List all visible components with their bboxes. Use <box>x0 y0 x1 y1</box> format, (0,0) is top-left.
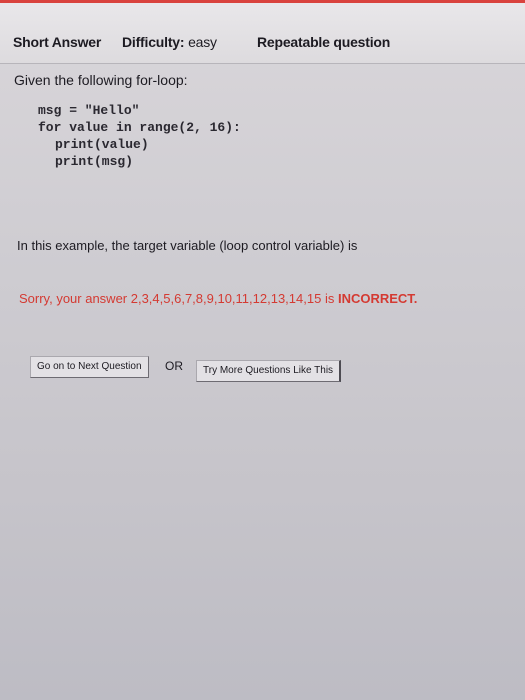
next-question-button[interactable]: Go on to Next Question <box>30 356 149 378</box>
question-header: Short Answer Difficulty: easy Repeatable… <box>0 3 525 64</box>
feedback-message: Sorry, your answer 2,3,4,5,6,7,8,9,10,11… <box>19 291 335 306</box>
more-questions-button[interactable]: Try More Questions Like This <box>196 360 342 382</box>
question-intro: Given the following for-loop: <box>14 72 188 88</box>
code-line: for value in range(2, 16): <box>38 120 241 135</box>
question-type-label: Short Answer <box>13 34 102 50</box>
repeatable-label: Repeatable question <box>257 34 391 50</box>
code-line: print(msg) <box>55 154 134 169</box>
code-line: msg = "Hello" <box>38 103 140 118</box>
incorrect-status: INCORRECT. <box>337 291 418 306</box>
code-line: print(value) <box>55 137 149 152</box>
or-separator: OR <box>165 359 183 373</box>
question-prompt: In this example, the target variable (lo… <box>17 238 358 253</box>
difficulty-label: Difficulty: easy <box>122 34 217 50</box>
difficulty-heading: Difficulty: <box>122 34 185 50</box>
difficulty-value: easy <box>188 34 217 50</box>
code-block: msg = "Hello" for value in range(2, 16): p… <box>38 102 241 170</box>
answer-feedback: Sorry, your answer 2,3,4,5,6,7,8,9,10,11… <box>19 291 417 306</box>
